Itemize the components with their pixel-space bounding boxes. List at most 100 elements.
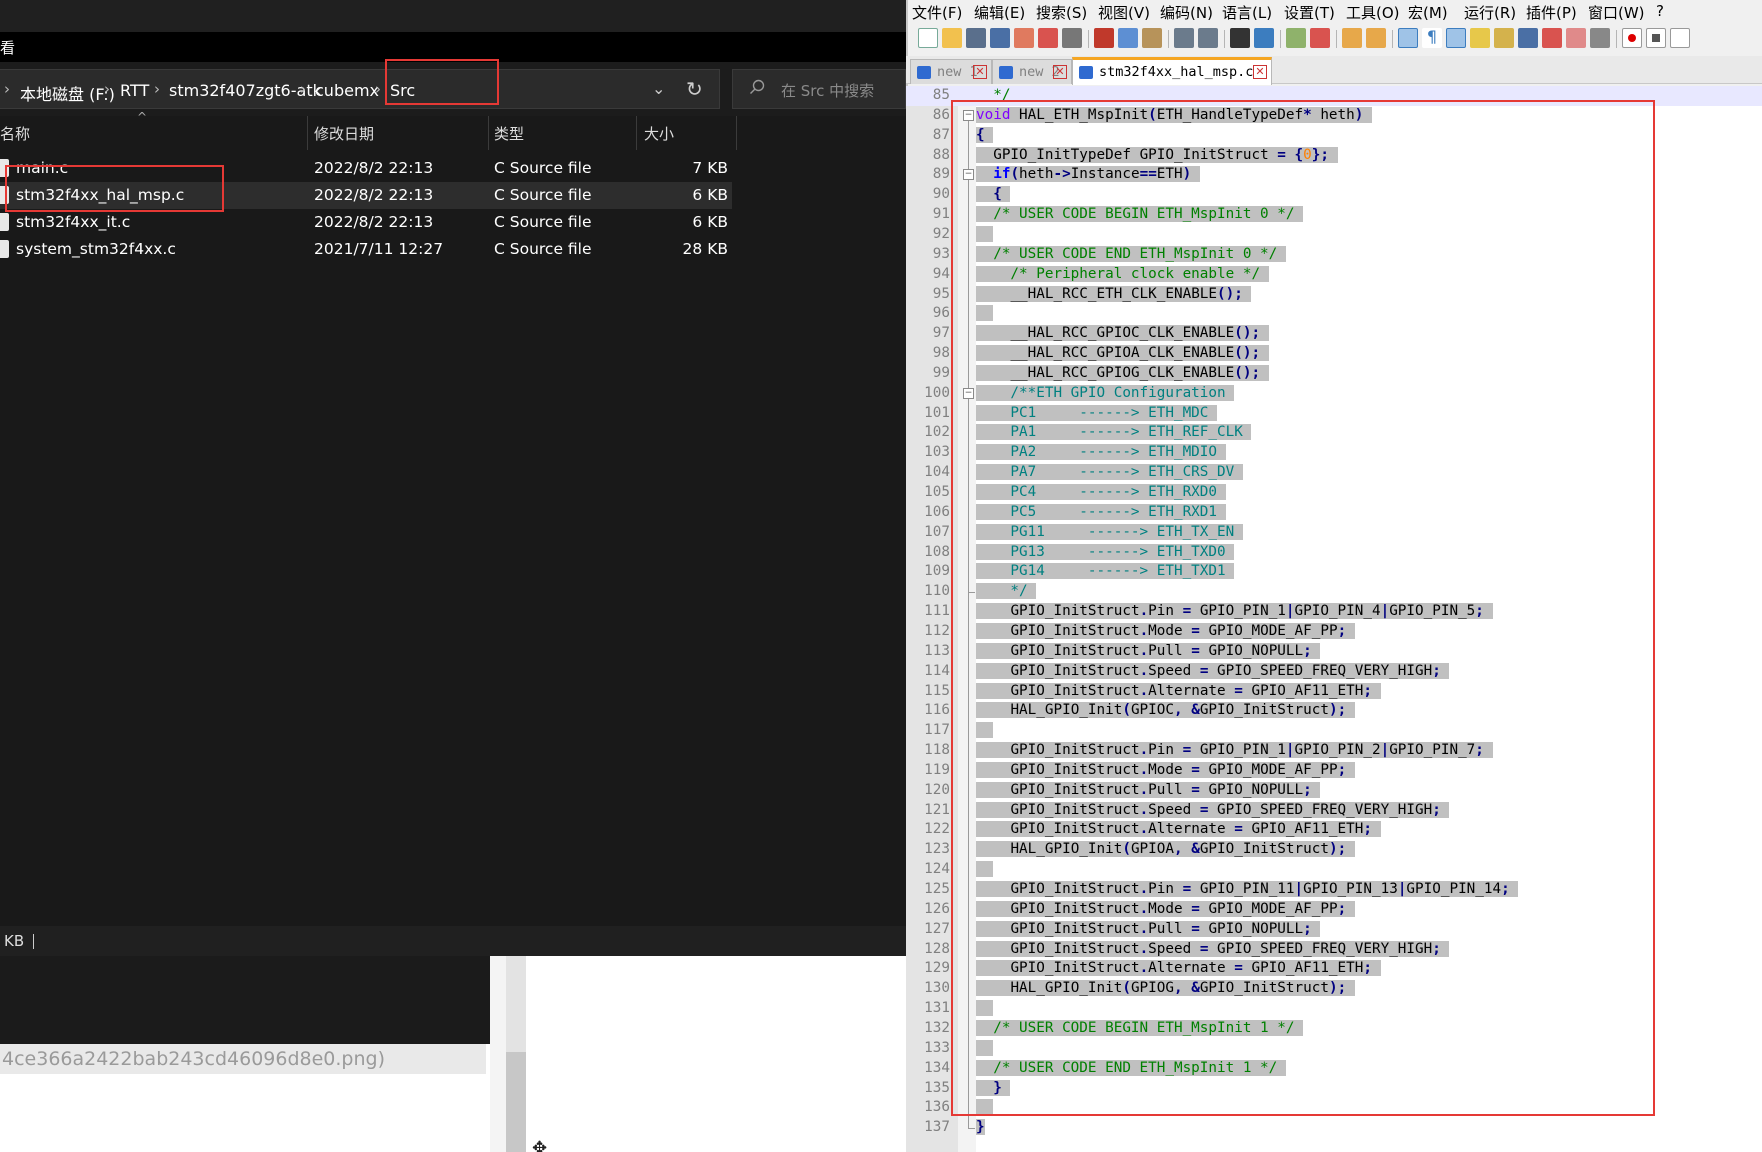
column-divider[interactable] — [736, 116, 737, 150]
menu-plugins[interactable]: 插件(P) — [1526, 2, 1577, 23]
open-file-icon[interactable] — [942, 28, 962, 48]
line-number: 127 — [924, 920, 950, 937]
file-date: 2022/8/2 22:13 — [314, 213, 434, 231]
column-header-size[interactable]: 大小 — [644, 123, 674, 144]
breadcrumb-project[interactable]: stm32f407zgt6-atk — [169, 81, 322, 100]
ribbon-view-label[interactable]: 看 — [0, 37, 15, 58]
menu-settings[interactable]: 设置(T) — [1284, 2, 1335, 23]
document-map-icon[interactable] — [1494, 28, 1514, 48]
record-macro-icon[interactable] — [1622, 28, 1642, 48]
column-header-type[interactable]: 类型 — [494, 123, 524, 144]
line-number: 111 — [924, 603, 950, 620]
move-cursor-icon: ✥ — [532, 1138, 548, 1152]
close-all-icon[interactable] — [1038, 28, 1058, 48]
sync-horizontal-icon[interactable] — [1366, 28, 1386, 48]
file-size: 6 KB — [692, 186, 728, 204]
find-icon[interactable] — [1230, 28, 1250, 48]
file-date: 2022/8/2 22:13 — [314, 159, 434, 177]
toolbar: ¶ — [914, 24, 1762, 54]
background-window — [0, 956, 490, 1044]
tab-stm32f4xx-hal-msp[interactable]: stm32f4xx_hal_msp.c ✕ — [1072, 57, 1272, 85]
explorer-title-strip — [0, 0, 906, 32]
sync-vertical-icon[interactable] — [1342, 28, 1362, 48]
close-file-icon[interactable] — [1014, 28, 1034, 48]
c-file-icon — [0, 213, 9, 231]
line-number: 130 — [924, 980, 950, 997]
play-macro-icon[interactable] — [1670, 28, 1690, 48]
breadcrumb-cubemx[interactable]: cubemx — [315, 81, 379, 100]
indent-guide-icon[interactable] — [1446, 28, 1466, 48]
menu-help[interactable]: ? — [1656, 2, 1664, 20]
new-file-icon[interactable] — [918, 28, 938, 48]
background-scrollbar[interactable] — [506, 956, 526, 1152]
cut-icon[interactable] — [1094, 28, 1114, 48]
menu-file[interactable]: 文件(F) — [912, 2, 962, 23]
line-number: 93 — [932, 245, 950, 262]
sort-ascending-icon: ^ — [137, 110, 148, 124]
column-header-name[interactable]: 名称 — [0, 123, 30, 144]
zoom-out-icon[interactable] — [1310, 28, 1330, 48]
line-number: 115 — [924, 682, 950, 699]
menu-search[interactable]: 搜索(S) — [1036, 2, 1087, 23]
line-number: 120 — [924, 781, 950, 798]
line-number: 96 — [932, 305, 950, 322]
print-icon[interactable] — [1062, 28, 1082, 48]
tab-new-2[interactable]: new 2 ✕ — [992, 59, 1072, 84]
menu-macro[interactable]: 宏(M) — [1408, 2, 1448, 23]
line-number: 92 — [932, 225, 950, 242]
status-divider — [33, 934, 34, 949]
menu-view[interactable]: 视图(V) — [1098, 2, 1150, 23]
close-tab-icon[interactable]: ✕ — [1053, 65, 1067, 79]
close-tab-icon[interactable]: ✕ — [1253, 65, 1267, 79]
menu-edit[interactable]: 编辑(E) — [974, 2, 1025, 23]
undo-icon[interactable] — [1174, 28, 1194, 48]
menu-window[interactable]: 窗口(W) — [1588, 2, 1645, 23]
show-all-characters-icon[interactable]: ¶ — [1422, 28, 1442, 48]
column-divider[interactable] — [488, 116, 489, 150]
line-number: 125 — [924, 881, 950, 897]
save-icon[interactable] — [966, 28, 986, 48]
breadcrumb-rtt[interactable]: RTT — [120, 81, 149, 100]
menu-encoding[interactable]: 编码(N) — [1160, 2, 1213, 23]
annotation-box-code-block — [951, 100, 1655, 1116]
monitoring-icon[interactable] — [1566, 28, 1586, 48]
file-row[interactable]: stm32f4xx_it.c 2022/8/2 22:13 C Source f… — [0, 209, 732, 236]
close-tab-icon[interactable]: ✕ — [973, 65, 987, 79]
search-icon — [750, 79, 765, 94]
code-line[interactable]: 137} — [906, 1118, 1762, 1138]
address-bar[interactable]: › 本地磁盘 (F:) › RTT › stm32f407zgt6-atk › … — [0, 69, 720, 109]
function-list-icon[interactable] — [1518, 28, 1538, 48]
stop-macro-icon[interactable] — [1646, 28, 1666, 48]
copy-icon[interactable] — [1118, 28, 1138, 48]
menu-run[interactable]: 运行(R) — [1464, 2, 1516, 23]
tab-label: stm32f4xx_hal_msp.c — [1099, 64, 1254, 80]
tab-new-1[interactable]: new 1 ✕ — [910, 59, 992, 84]
preview-icon[interactable] — [1590, 28, 1610, 48]
column-header-date[interactable]: 修改日期 — [314, 123, 374, 144]
save-all-icon[interactable] — [990, 28, 1010, 48]
refresh-icon[interactable]: ↻ — [686, 77, 703, 101]
menu-tools[interactable]: 工具(O) — [1346, 2, 1400, 23]
line-number: 108 — [924, 543, 950, 560]
explorer-ribbon: 看 — [0, 32, 906, 62]
zoom-in-icon[interactable] — [1286, 28, 1306, 48]
scrollbar-thumb[interactable] — [506, 1052, 526, 1152]
breadcrumb-drive[interactable]: 本地磁盘 (F:) — [20, 81, 115, 105]
menu-language[interactable]: 语言(L) — [1222, 2, 1272, 23]
toolbar-separator — [1336, 30, 1337, 48]
search-input[interactable]: 在 Src 中搜索 — [732, 69, 906, 109]
column-divider[interactable] — [307, 116, 308, 150]
file-row[interactable]: system_stm32f4xx.c 2021/7/11 12:27 C Sou… — [0, 236, 732, 263]
annotation-box-src — [385, 59, 499, 105]
redo-icon[interactable] — [1198, 28, 1218, 48]
word-wrap-icon[interactable] — [1398, 28, 1418, 48]
line-number: 88 — [932, 146, 950, 163]
folder-workspace-icon[interactable] — [1542, 28, 1562, 48]
replace-icon[interactable] — [1254, 28, 1274, 48]
user-language-icon[interactable] — [1470, 28, 1490, 48]
column-divider[interactable] — [636, 116, 637, 150]
fold-end-marker — [968, 1128, 975, 1130]
address-history-dropdown-icon[interactable]: ⌄ — [652, 79, 665, 98]
paste-icon[interactable] — [1142, 28, 1162, 48]
file-date: 2022/8/2 22:13 — [314, 186, 434, 204]
